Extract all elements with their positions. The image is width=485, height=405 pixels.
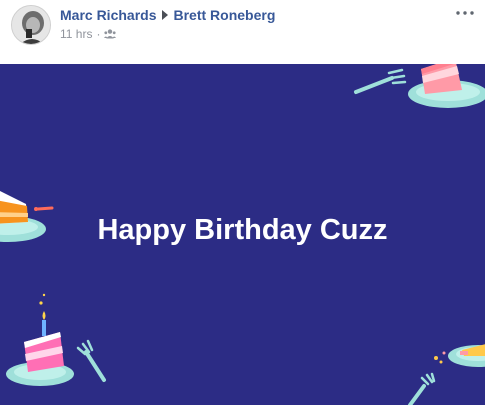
avatar[interactable]: [11, 5, 51, 45]
post-names: Marc Richards Brett Roneberg: [60, 7, 275, 23]
post-header: Marc Richards Brett Roneberg 11 hrs ·: [0, 0, 485, 64]
cake-slice-top-right: [408, 64, 485, 108]
friends-icon[interactable]: [104, 29, 117, 39]
avatar-photo: [12, 6, 50, 44]
post-timestamp[interactable]: 11 hrs: [60, 27, 92, 41]
fork-icon-bottom-left: [76, 339, 106, 382]
cake-slice-with-candle: [6, 293, 74, 386]
birthday-card[interactable]: Happy Birthday Cuzz: [0, 64, 485, 405]
fork-icon-top-right: [354, 68, 407, 94]
meta-separator: ·: [96, 27, 101, 41]
birthday-message: Happy Birthday Cuzz: [97, 214, 388, 246]
author-link[interactable]: Marc Richards: [60, 7, 156, 23]
fork-icon-bottom-right: [408, 372, 436, 405]
recipient-link[interactable]: Brett Roneberg: [173, 7, 275, 23]
arrow-right-icon: [162, 10, 169, 20]
more-options-icon[interactable]: [453, 6, 477, 20]
cake-plate-bottom-right: [434, 344, 485, 367]
post-meta: 11 hrs ·: [60, 27, 117, 41]
